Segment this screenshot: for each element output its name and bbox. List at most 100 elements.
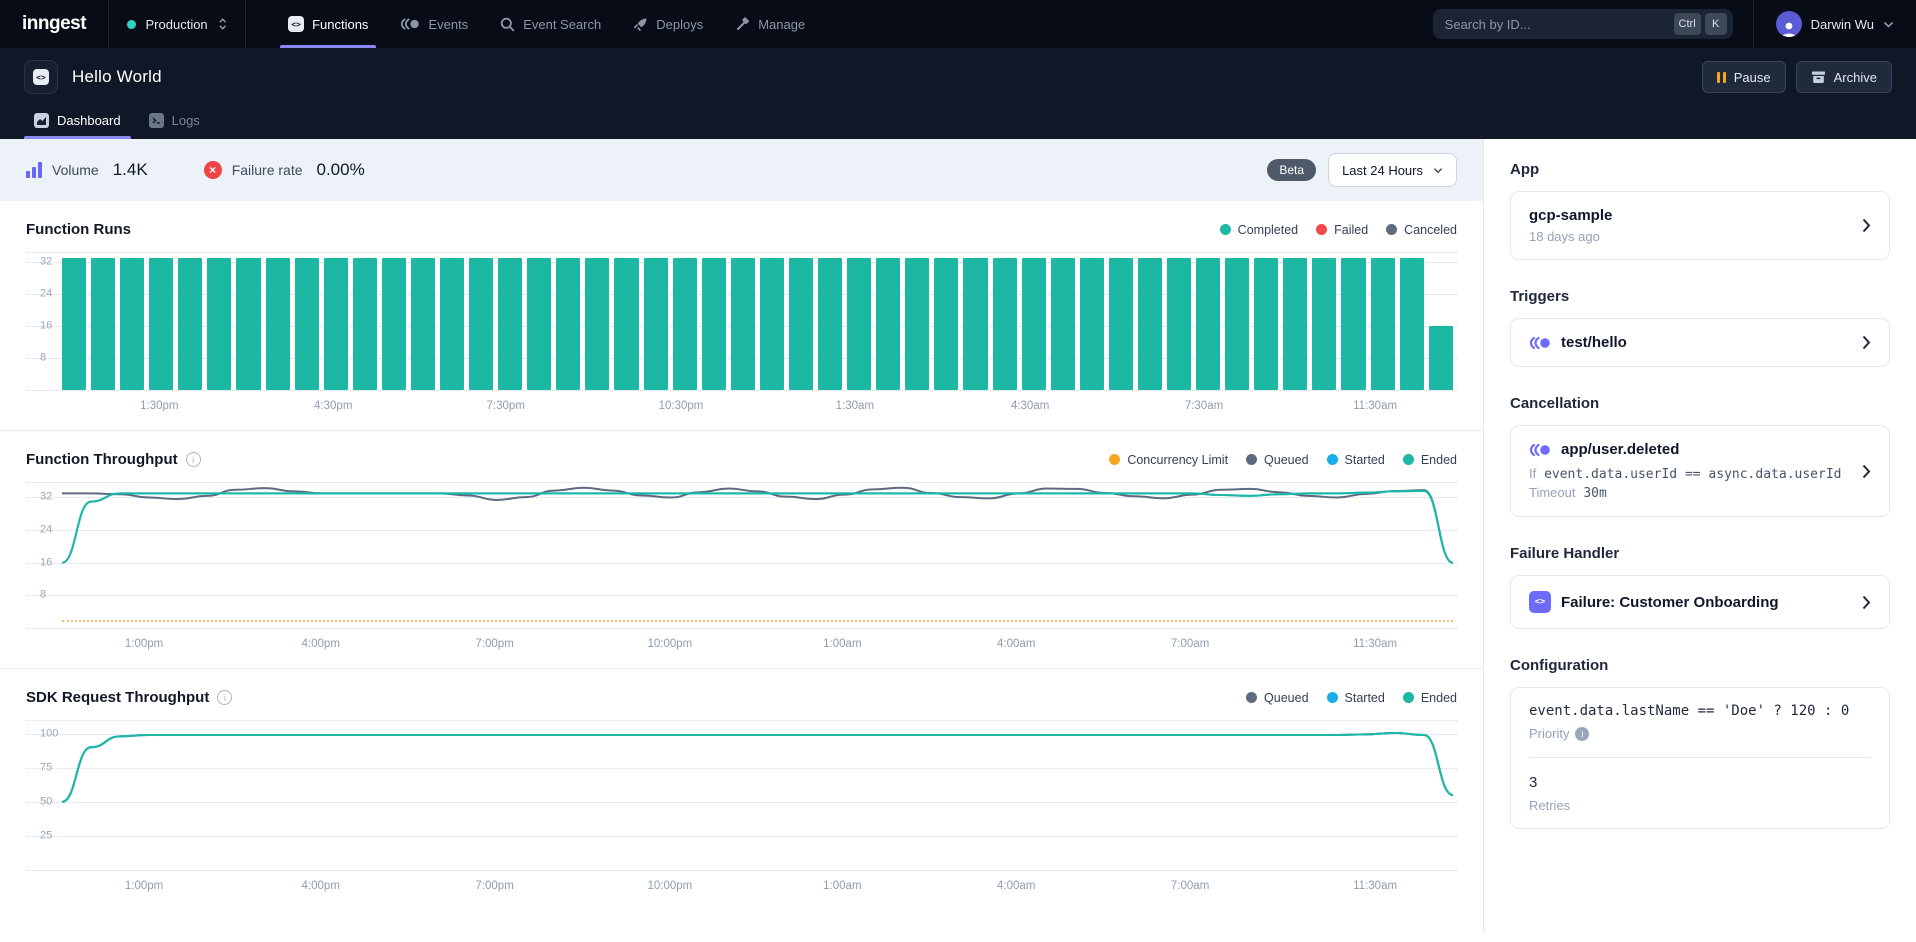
user-name: Darwin Wu [1811, 17, 1874, 32]
sdk-throughput-chart: 100755025 [26, 720, 1457, 870]
x-tick-label: 4:00pm [302, 880, 340, 892]
nav-label: Deploys [656, 17, 703, 32]
nav-item-event-search[interactable]: Event Search [484, 0, 617, 48]
nav-item-deploys[interactable]: Deploys [617, 0, 719, 48]
nav-item-manage[interactable]: Manage [719, 0, 821, 48]
y-tick-label: 25 [40, 829, 52, 841]
pause-button[interactable]: Pause [1702, 61, 1786, 93]
divider [1529, 757, 1871, 758]
chart-title: Function Throughput [26, 451, 178, 468]
chevron-down-icon [1433, 167, 1443, 174]
failure-handler-name: Failure: Customer Onboarding [1561, 594, 1779, 611]
env-label: Production [146, 17, 208, 32]
x-tick-label: 1:00am [823, 638, 861, 650]
info-icon[interactable]: i [1575, 727, 1589, 741]
x-tick-label: 7:00am [1171, 880, 1209, 892]
app-name: gcp-sample [1529, 207, 1852, 224]
details-sidebar: App gcp-sample 18 days ago Triggers test… [1483, 139, 1916, 933]
x-tick-label: 4:00am [997, 638, 1035, 650]
line-chart [62, 482, 1453, 628]
chevron-right-icon [1862, 464, 1871, 479]
main-nav: <> Functions Events Event Search D [272, 0, 821, 48]
logs-icon [149, 113, 164, 128]
chevron-down-icon [1883, 21, 1894, 28]
legend-item: Started [1327, 691, 1385, 705]
env-status-dot [127, 20, 135, 29]
chart-legend: Concurrency LimitQueuedStartedEnded [1109, 453, 1457, 467]
time-range-select[interactable]: Last 24 Hours [1328, 153, 1457, 187]
chart-legend: QueuedStartedEnded [1246, 691, 1457, 705]
failure-rate-stat: × Failure rate 0.00% [204, 160, 365, 180]
avatar [1776, 11, 1802, 37]
failure-label: Failure rate [232, 162, 303, 178]
y-tick-label: 75 [40, 761, 52, 773]
trigger-card[interactable]: test/hello [1510, 318, 1890, 367]
legend-item: Canceled [1386, 223, 1457, 237]
x-tick-label: 7:00am [1171, 638, 1209, 650]
info-icon[interactable]: i [186, 452, 201, 467]
x-tick-label: 10:30pm [659, 400, 704, 412]
chevron-right-icon [1862, 218, 1871, 233]
x-tick-label: 1:30pm [140, 400, 178, 412]
x-tick-label: 7:30am [1185, 400, 1223, 412]
app-card[interactable]: gcp-sample 18 days ago [1510, 191, 1890, 260]
user-menu[interactable]: Darwin Wu [1753, 0, 1916, 48]
retries-value: 3 [1529, 774, 1871, 791]
legend-item: Started [1327, 453, 1385, 467]
legend-item: Completed [1220, 223, 1298, 237]
environment-selector[interactable]: Production [109, 0, 245, 48]
search-input[interactable] [1445, 17, 1670, 32]
nav-label: Functions [312, 17, 368, 32]
info-icon[interactable]: i [217, 690, 232, 705]
x-tick-label: 10:00pm [647, 880, 692, 892]
function-runs-section: Function Runs CompletedFailedCanceled 32… [0, 201, 1483, 431]
legend-item: Ended [1403, 691, 1457, 705]
cancellation-card[interactable]: app/user.deleted If event.data.userId ==… [1510, 425, 1890, 517]
x-axis: 1:00pm4:00pm7:00pm10:00pm1:00am4:00am7:0… [62, 876, 1453, 900]
legend-item: Ended [1403, 453, 1457, 467]
x-tick-label: 4:30pm [314, 400, 352, 412]
function-throughput-section: Function Throughput i Concurrency LimitQ… [0, 431, 1483, 669]
x-tick-label: 11:30am [1353, 880, 1397, 892]
divider [245, 0, 246, 48]
x-tick-label: 7:00pm [475, 880, 513, 892]
failure-icon: × [204, 161, 222, 179]
rocket-icon [633, 17, 648, 32]
search-icon [500, 17, 515, 32]
configuration-card: event.data.lastName == 'Doe' ? 120 : 0 P… [1510, 687, 1890, 829]
failure-handler-card[interactable]: <> Failure: Customer Onboarding [1510, 575, 1890, 629]
volume-value: 1.4K [113, 160, 148, 180]
y-tick-label: 32 [40, 255, 52, 267]
bar-group [62, 252, 1453, 390]
y-tick-label: 32 [40, 491, 52, 503]
x-tick-label: 4:00am [997, 880, 1035, 892]
archive-button[interactable]: Archive [1796, 61, 1892, 93]
triggers-section-title: Triggers [1510, 288, 1890, 305]
tab-logs[interactable]: Logs [139, 104, 210, 139]
archive-icon [1811, 70, 1826, 84]
nav-item-events[interactable]: Events [384, 0, 484, 48]
archive-label: Archive [1834, 70, 1877, 85]
function-runs-chart: 3224168 [26, 252, 1457, 390]
function-tabs: Dashboard Logs [0, 104, 1916, 139]
trigger-name: test/hello [1561, 334, 1627, 351]
inngest-logo[interactable]: inngest [0, 0, 108, 48]
y-tick-label: 24 [40, 287, 52, 299]
chevron-right-icon [1862, 595, 1871, 610]
time-range-value: Last 24 Hours [1342, 163, 1423, 178]
sdk-throughput-section: SDK Request Throughput i QueuedStartedEn… [0, 669, 1483, 910]
x-tick-label: 11:30am [1353, 400, 1397, 412]
x-axis: 1:30pm4:30pm7:30pm10:30pm1:30am4:30am7:3… [62, 396, 1453, 420]
nav-label: Event Search [523, 17, 601, 32]
y-tick-label: 8 [40, 589, 46, 601]
legend-item: Concurrency Limit [1109, 453, 1228, 467]
cancellation-if-expression: If event.data.userId == async.data.userI… [1529, 466, 1852, 482]
volume-label: Volume [52, 162, 99, 178]
tool-icon [735, 17, 750, 32]
chevron-up-down-icon [218, 17, 227, 31]
pause-icon [1717, 72, 1726, 83]
nav-item-functions[interactable]: <> Functions [272, 0, 384, 48]
tab-dashboard[interactable]: Dashboard [24, 104, 131, 139]
active-tab-underline [24, 136, 131, 139]
functions-icon: <> [288, 16, 304, 32]
